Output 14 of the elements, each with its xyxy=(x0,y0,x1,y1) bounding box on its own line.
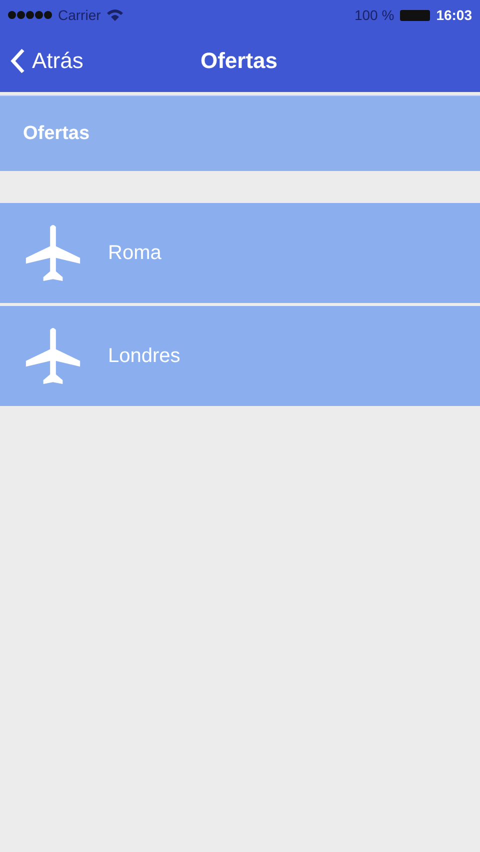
battery-icon xyxy=(400,10,430,20)
chevron-left-icon xyxy=(10,48,26,74)
battery-percent: 100 % xyxy=(354,7,394,23)
section-header: Ofertas xyxy=(0,95,480,171)
clock: 16:03 xyxy=(436,7,472,23)
offer-item[interactable]: Londres xyxy=(0,306,480,406)
carrier-name: Carrier xyxy=(58,7,101,23)
offer-item[interactable]: Roma xyxy=(0,203,480,303)
signal-icon xyxy=(8,11,52,19)
airplane-icon xyxy=(24,326,82,386)
screen-title: Ofertas xyxy=(200,48,278,73)
back-button[interactable]: Atrás xyxy=(0,48,84,74)
wifi-icon xyxy=(106,9,123,21)
airplane-icon xyxy=(24,223,82,283)
